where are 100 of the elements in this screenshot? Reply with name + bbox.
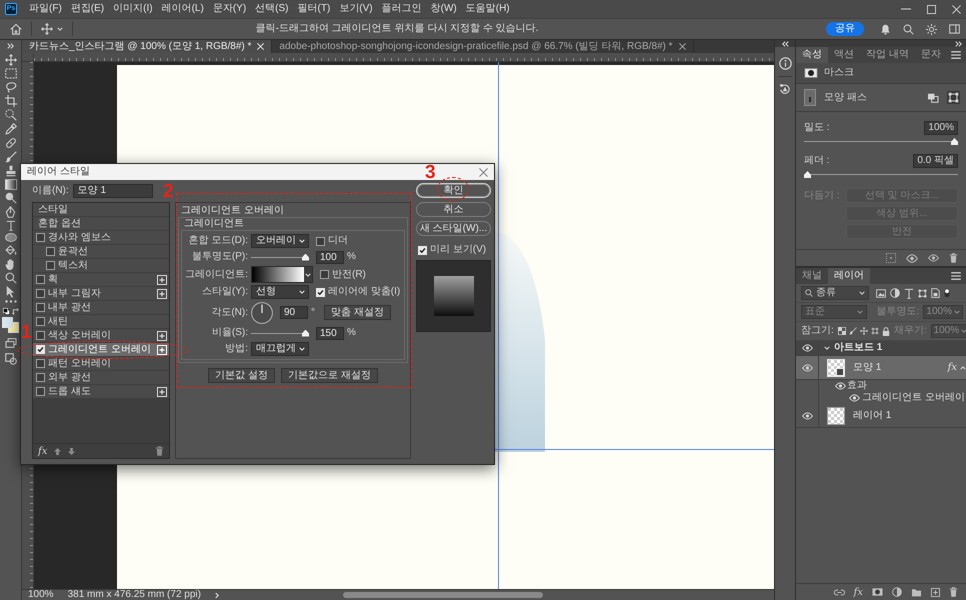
share-button[interactable]: 공유 (826, 22, 864, 36)
menu-item[interactable]: 편집(E) (70, 3, 104, 15)
expand-icon[interactable] (782, 40, 788, 46)
style-list-item[interactable]: 경사와 엠보스 (33, 231, 169, 245)
hand-icon[interactable] (5, 258, 16, 270)
eyedropper-icon[interactable] (4, 123, 16, 135)
style-list-item[interactable]: 그레이디언트 오버레이 (33, 343, 169, 357)
style-list-item[interactable]: 내부 광선 (33, 301, 169, 315)
document-tab[interactable]: 카드뉴스_인스타그램 @ 100% (모양 1, RGB/8#) * (22, 40, 272, 53)
stamp-icon[interactable] (4, 165, 16, 177)
effects-row[interactable]: 효과 (796, 380, 966, 392)
layer-row[interactable]: 레이어 1 (796, 404, 966, 428)
panel-tab[interactable]: 채널 (796, 268, 828, 284)
style-list-item[interactable]: 윤곽선 (33, 245, 169, 259)
scale-field[interactable]: 150 (316, 326, 344, 340)
trash-icon[interactable] (949, 253, 958, 263)
move-icon[interactable] (41, 23, 53, 35)
ok-button[interactable]: 확인 (416, 183, 491, 198)
slider-thumb[interactable] (302, 330, 309, 336)
document-icon[interactable] (931, 288, 940, 298)
style-list-item[interactable]: 패턴 오버레이 (33, 357, 169, 371)
brush-icon[interactable] (4, 151, 16, 163)
preview-checkbox[interactable]: 미리 보기(V) (418, 244, 491, 256)
style-list-item[interactable]: 외부 광선 (33, 371, 169, 385)
maximize-icon[interactable] (927, 4, 936, 14)
lasso-icon[interactable] (4, 81, 16, 93)
opacity-slider[interactable] (251, 254, 309, 260)
add-icon[interactable] (157, 274, 167, 284)
eye-icon[interactable] (802, 344, 812, 352)
home-icon[interactable] (10, 23, 22, 35)
add-icon[interactable] (157, 288, 167, 298)
circular-arrow-icon[interactable] (779, 83, 791, 95)
menu-item[interactable]: 이미지(I) (113, 3, 153, 15)
slider-thumb[interactable] (804, 171, 811, 178)
eye-icon[interactable] (802, 412, 812, 420)
marquee-icon[interactable] (4, 68, 16, 79)
checkbox[interactable] (36, 373, 45, 382)
menu-icon[interactable] (951, 272, 961, 280)
search-icon[interactable] (903, 24, 914, 34)
menu-item[interactable]: 레이어(L) (162, 3, 204, 15)
chevron-icon[interactable] (824, 346, 830, 350)
bandage-icon[interactable] (4, 137, 16, 149)
gradient-picker[interactable] (251, 266, 313, 283)
move-icon[interactable] (4, 54, 16, 66)
feather-slider[interactable] (804, 171, 958, 178)
blend-mode-dropdown[interactable]: 오버레이 (251, 234, 309, 248)
trash-icon[interactable] (949, 587, 958, 597)
collapse-icon[interactable] (955, 40, 962, 46)
info-icon[interactable] (778, 57, 792, 70)
panel-tab[interactable]: 액션 (828, 47, 860, 63)
scrollbar-thumb[interactable] (342, 592, 543, 598)
dotted-circle-icon[interactable] (4, 109, 16, 121)
link-icon[interactable] (834, 588, 845, 596)
ellipse-icon[interactable] (4, 233, 16, 242)
fx-button[interactable]: fx (854, 586, 863, 598)
zoom-level[interactable]: 100% (28, 590, 54, 600)
angle-dial[interactable] (251, 302, 273, 324)
checkbox[interactable] (36, 331, 45, 340)
screen-mode-icon[interactable] (4, 338, 16, 348)
hash-icon[interactable] (870, 327, 879, 335)
sun-icon[interactable] (926, 24, 937, 34)
slider-thumb[interactable] (302, 254, 309, 260)
trash-icon[interactable] (155, 446, 164, 456)
panel-layout-icon[interactable] (949, 24, 960, 34)
style-list-item[interactable]: 텍스처 (33, 259, 169, 273)
menu-item[interactable]: 문자(Y) (212, 3, 246, 15)
transform-box-icon[interactable] (918, 288, 927, 298)
checkbox[interactable] (36, 317, 45, 326)
dither-checkbox[interactable]: 디더 (316, 235, 348, 247)
default-colors-icon[interactable] (2, 308, 10, 315)
name-field[interactable]: 모양 1 (72, 184, 153, 198)
close-icon[interactable] (479, 168, 488, 176)
menu-item[interactable]: 창(W) (430, 3, 457, 15)
menu-item[interactable]: 도움말(H) (466, 3, 510, 15)
half-circle-icon[interactable] (892, 587, 902, 597)
add-icon[interactable] (157, 386, 167, 396)
checkbox[interactable] (36, 233, 45, 242)
menu-item[interactable]: 보기(V) (339, 3, 373, 15)
down-arrow-icon[interactable] (68, 448, 76, 454)
arrow-pointer-icon[interactable] (6, 286, 15, 298)
eye-icon[interactable] (928, 254, 939, 262)
artboard-row[interactable]: 아트보드 1 (796, 341, 966, 356)
checkbox[interactable] (36, 275, 45, 284)
type-icon[interactable] (904, 288, 914, 298)
eye-icon[interactable] (802, 364, 812, 372)
brush-icon[interactable] (848, 327, 857, 335)
transform-box-icon[interactable] (947, 91, 960, 104)
checker-icon[interactable] (838, 327, 846, 335)
close-icon[interactable] (678, 43, 686, 50)
eye-icon[interactable] (834, 382, 846, 390)
image-icon[interactable] (876, 288, 886, 298)
style-list-item[interactable]: 새틴 (33, 315, 169, 329)
menu-item[interactable]: 필터(T) (298, 3, 330, 15)
chevron-icon[interactable] (214, 592, 219, 598)
move-icon[interactable] (860, 327, 868, 335)
folder-icon[interactable] (911, 588, 922, 596)
style-list-item[interactable]: 혼합 옵션 (33, 217, 169, 231)
align-with-layer-checkbox[interactable]: 레이어에 맞춤(I) (316, 286, 400, 298)
layer-filter-dropdown[interactable]: 종류 (801, 286, 869, 300)
checkbox[interactable] (46, 247, 55, 256)
